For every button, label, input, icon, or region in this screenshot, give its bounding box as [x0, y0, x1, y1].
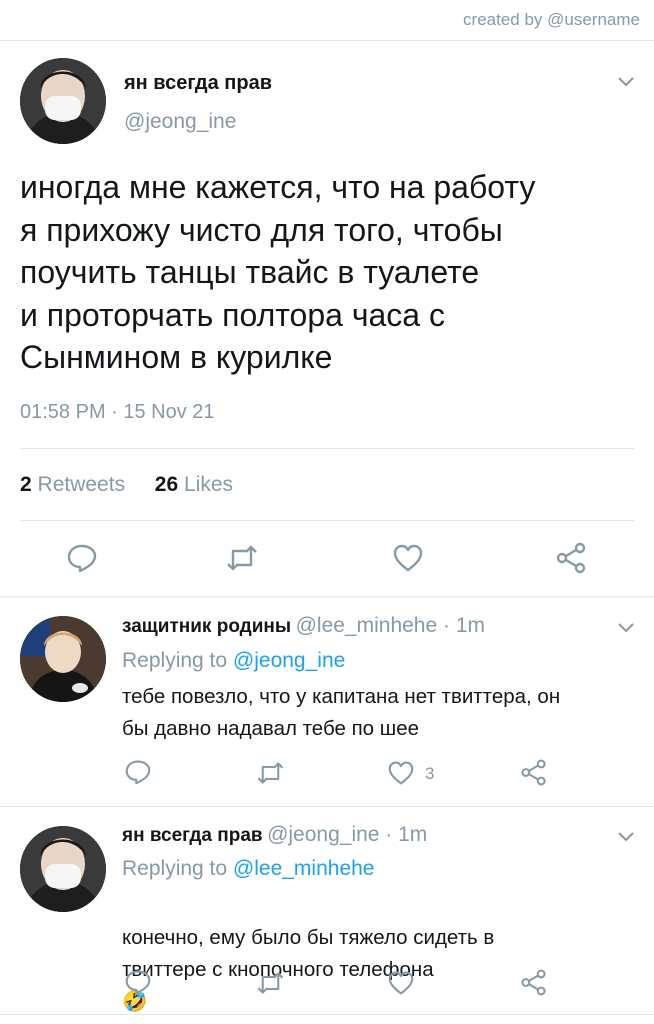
replying-to: Replying to @jeong_ine — [122, 649, 345, 673]
replying-to-link[interactable]: @lee_minhehe — [233, 857, 375, 880]
like-icon[interactable] — [392, 543, 424, 578]
chevron-down-icon[interactable] — [617, 830, 635, 844]
reply-author-avatar[interactable] — [20, 826, 106, 912]
like-icon[interactable] — [387, 760, 415, 791]
replying-prefix: Replying to — [122, 649, 228, 672]
reply-icon[interactable] — [124, 969, 152, 1000]
divider — [0, 1014, 654, 1015]
reply-meta[interactable]: @jeong_ine · 1m — [267, 823, 427, 846]
reply-text-block: конечно, ему было бы тяжело сидеть в тви… — [122, 890, 642, 1018]
reply-header: ян всегда прав @jeong_ine · 1m — [122, 823, 427, 847]
chevron-down-icon[interactable] — [617, 621, 635, 635]
share-icon[interactable] — [519, 968, 548, 1002]
share-icon[interactable] — [554, 541, 588, 580]
tweet-author-name[interactable]: ян всегда прав — [124, 72, 272, 95]
replying-to-link[interactable]: @jeong_ine — [233, 649, 345, 672]
retweets-count[interactable]: 2 — [20, 473, 32, 496]
divider — [20, 448, 634, 449]
divider — [0, 596, 654, 597]
likes-label[interactable]: Likes — [184, 473, 233, 496]
tweet-stats: 2 Retweets 26 Likes — [20, 473, 233, 497]
like-icon[interactable] — [387, 970, 415, 1001]
divider — [0, 806, 654, 807]
likes-count[interactable]: 26 — [155, 473, 178, 496]
reply-meta[interactable]: @lee_minhehe · 1m — [296, 614, 485, 637]
retweet-icon[interactable] — [255, 970, 286, 1001]
tweet-author-handle[interactable]: @jeong_ine — [124, 110, 236, 134]
credit-text: created by @username — [463, 10, 640, 29]
reply-author-name[interactable]: ян всегда прав — [122, 825, 263, 846]
header-divider — [0, 40, 654, 41]
retweet-icon[interactable] — [224, 543, 260, 578]
reply-header: защитник родины @lee_minhehe · 1m — [122, 614, 485, 638]
divider — [20, 520, 634, 521]
reply-text: конечно, ему было бы тяжело сидеть в тви… — [122, 926, 495, 981]
share-icon[interactable] — [519, 758, 548, 792]
replying-to: Replying to @lee_minhehe — [122, 857, 374, 881]
reply-author-name[interactable]: защитник родины — [122, 616, 291, 637]
chevron-down-icon[interactable] — [617, 75, 635, 89]
reply-text: тебе повезло, что у капитана нет твиттер… — [122, 685, 561, 740]
replying-prefix: Replying to — [122, 857, 228, 880]
reply-author-avatar[interactable] — [20, 616, 106, 702]
tweet-timestamp: 01:58 PM · 15 Nov 21 — [20, 401, 215, 423]
reply-icon[interactable] — [124, 759, 152, 790]
retweet-icon[interactable] — [255, 760, 286, 791]
tweet-author-avatar[interactable] — [20, 58, 106, 144]
retweets-label[interactable]: Retweets — [38, 473, 126, 496]
like-count: 3 — [425, 764, 435, 783]
tweet-text: иногда мне кажется, что на работу я прих… — [20, 169, 536, 375]
reply-icon[interactable] — [66, 543, 98, 578]
